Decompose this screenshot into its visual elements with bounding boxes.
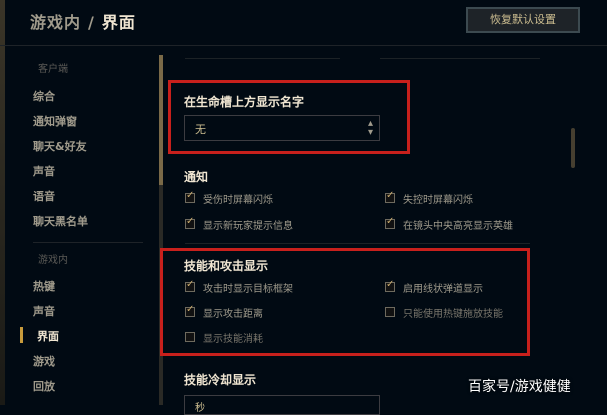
breadcrumb-separator: / xyxy=(88,13,95,32)
notifications-title: 通知 xyxy=(184,170,209,184)
sidebar-item-voice[interactable]: 语音 xyxy=(33,188,55,204)
label-attack-range: 显示攻击距离 xyxy=(203,309,263,320)
right-scrollbar-thumb[interactable] xyxy=(571,128,575,168)
checkbox-new-player-tips[interactable] xyxy=(185,216,195,229)
chevron-updown-icon: ▴ ▾ xyxy=(367,118,373,138)
sidebar-section-client: 客户端 xyxy=(38,64,68,75)
checkbox-attack-range[interactable] xyxy=(185,304,195,317)
checkbox-damage-flash[interactable] xyxy=(185,190,195,203)
watermark: 百家号/游戏健健 xyxy=(468,379,571,395)
sidebar-item-notifications[interactable]: 通知弹窗 xyxy=(33,113,77,129)
sidebar-section-ingame: 游戏内 xyxy=(38,255,68,266)
checkbox-highlight-champion[interactable] xyxy=(385,216,395,229)
sidebar-item-interface[interactable]: 界面 xyxy=(37,328,59,344)
label-hotkey-only-cast: 只能使用热键施放技能 xyxy=(403,309,503,320)
divider xyxy=(185,58,340,59)
label-ability-cost: 显示技能消耗 xyxy=(203,334,263,345)
name-display-value: 无 xyxy=(195,123,206,136)
sidebar-item-ingame-sound[interactable]: 声音 xyxy=(33,303,55,319)
content-scrollbar-thumb[interactable] xyxy=(159,55,163,185)
window-frame-left xyxy=(0,0,5,405)
divider xyxy=(185,243,530,244)
sidebar-item-chat-blocklist[interactable]: 聊天黑名单 xyxy=(33,213,88,229)
breadcrumb: 游戏内 / 界面 xyxy=(30,9,136,33)
name-above-health-title: 在生命槽上方显示名字 xyxy=(184,95,305,109)
checkbox-cc-flash[interactable] xyxy=(385,190,395,203)
label-damage-flash: 受伤时屏幕闪烁 xyxy=(203,195,273,206)
checkbox-linear-missile[interactable] xyxy=(385,279,395,292)
label-cc-flash: 失控时屏幕闪烁 xyxy=(403,195,473,206)
sidebar-item-replay[interactable]: 回放 xyxy=(33,378,55,394)
page-title: 界面 xyxy=(101,13,136,32)
sidebar-item-chat-friends[interactable]: 聊天&好友 xyxy=(33,138,87,154)
active-item-indicator xyxy=(20,327,23,343)
restore-defaults-button[interactable]: 恢复默认设置 xyxy=(466,7,580,33)
breadcrumb-parent[interactable]: 游戏内 xyxy=(30,13,81,32)
sidebar: 客户端 综合 通知弹窗 聊天&好友 声音 语音 聊天黑名单 游戏内 热键 声音 … xyxy=(20,45,150,405)
label-new-player-tips: 显示新玩家提示信息 xyxy=(203,221,293,232)
checkbox-hotkey-only-cast[interactable] xyxy=(385,307,395,317)
label-target-frame: 攻击时显示目标框架 xyxy=(203,284,293,295)
checkbox-ability-cost[interactable] xyxy=(185,332,195,342)
sidebar-item-game[interactable]: 游戏 xyxy=(33,353,55,369)
divider xyxy=(380,58,540,59)
cooldown-display-value: 秒 xyxy=(195,403,205,414)
label-highlight-champion: 在镜头中央高亮显示英雄 xyxy=(403,221,513,232)
cooldown-display-title: 技能冷却显示 xyxy=(184,373,257,387)
label-linear-missile: 启用线状弹道显示 xyxy=(403,284,483,295)
sidebar-item-hotkeys[interactable]: 热键 xyxy=(33,278,55,294)
cooldown-display-dropdown[interactable]: 秒 xyxy=(184,395,380,415)
checkbox-target-frame[interactable] xyxy=(185,279,195,292)
sidebar-item-sound[interactable]: 声音 xyxy=(33,163,55,179)
name-display-dropdown[interactable]: 无 ▴ ▾ xyxy=(184,115,380,141)
header: 游戏内 / 界面 恢复默认设置 xyxy=(0,0,607,46)
sidebar-item-general[interactable]: 综合 xyxy=(33,88,55,104)
ability-display-title: 技能和攻击显示 xyxy=(184,259,269,273)
sidebar-divider xyxy=(33,242,143,243)
